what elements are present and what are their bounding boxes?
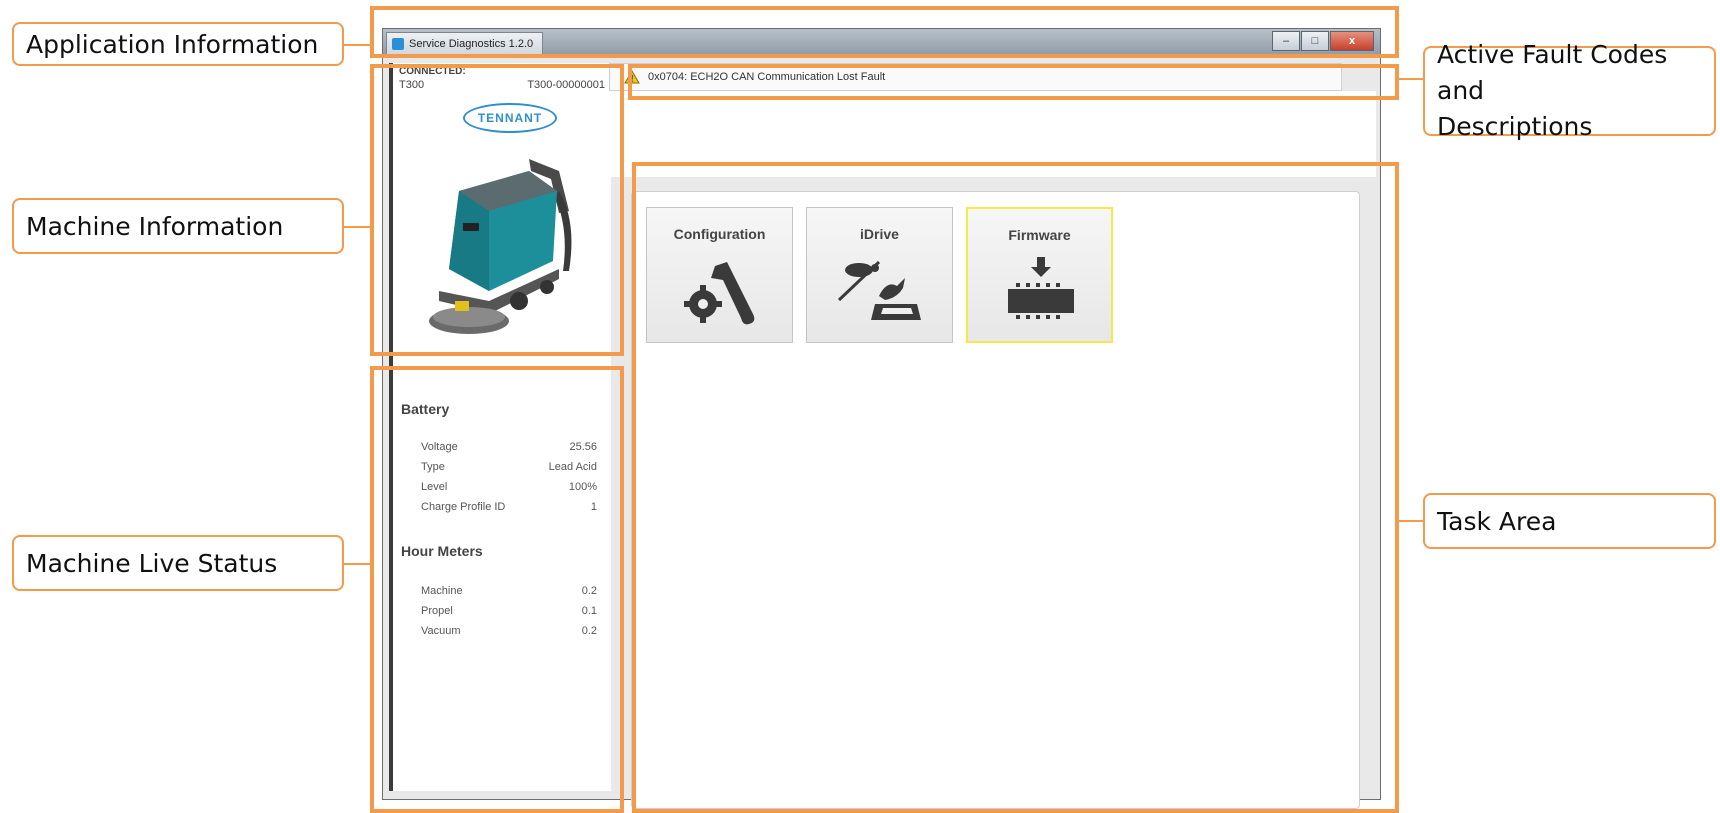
connector-line bbox=[1399, 520, 1423, 522]
fault-codes-highlight bbox=[628, 64, 1399, 100]
callout-application-information: Application Information bbox=[12, 22, 344, 66]
callout-task-area: Task Area bbox=[1423, 493, 1716, 549]
callout-machine-live-status: Machine Live Status bbox=[12, 535, 344, 591]
live-status-highlight bbox=[370, 366, 624, 813]
connector-line bbox=[344, 44, 370, 46]
machine-info-highlight bbox=[370, 64, 624, 356]
connector-line bbox=[344, 563, 370, 565]
connector-line bbox=[1399, 78, 1423, 80]
task-area-highlight bbox=[632, 162, 1399, 813]
app-info-highlight bbox=[370, 6, 1399, 58]
callout-line: Active Fault Codes and bbox=[1437, 40, 1668, 105]
connector-line bbox=[344, 226, 370, 228]
callout-line: Descriptions bbox=[1437, 112, 1593, 141]
callout-active-fault-codes: Active Fault Codes and Descriptions bbox=[1423, 40, 1716, 141]
callout-machine-information: Machine Information bbox=[12, 198, 344, 254]
